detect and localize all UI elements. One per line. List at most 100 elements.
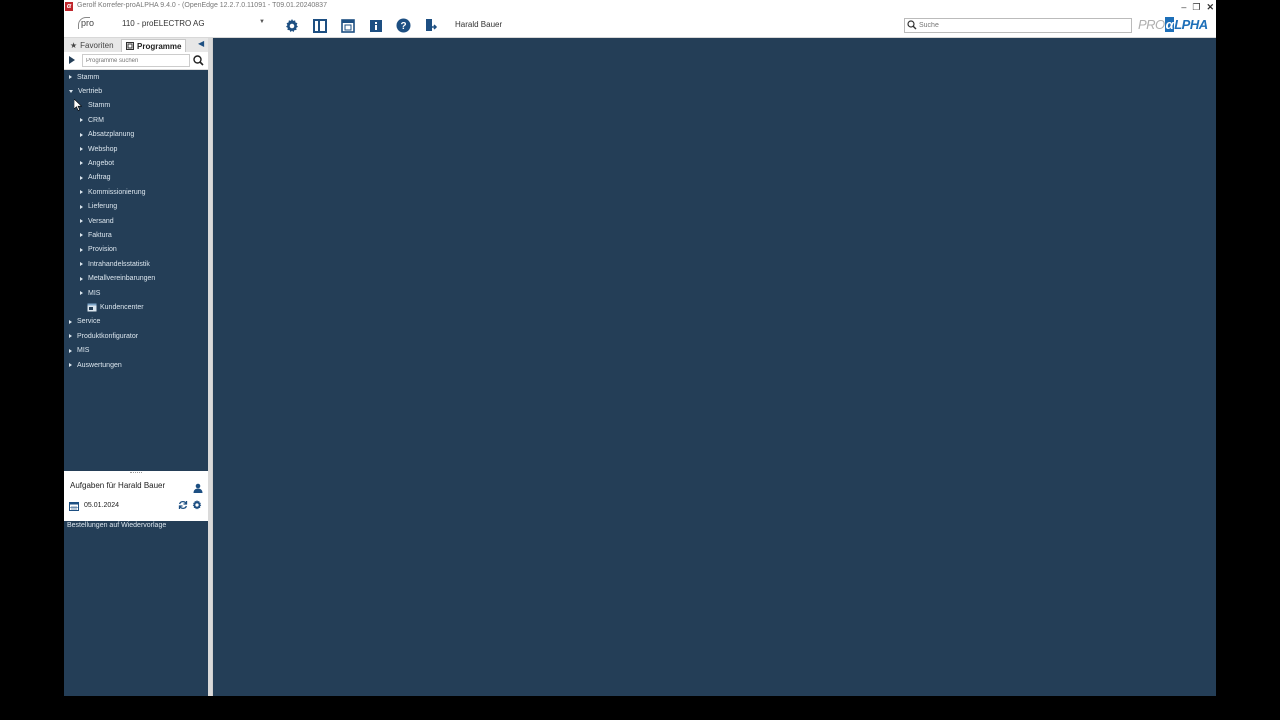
help-button[interactable]: ? — [395, 17, 412, 34]
tree-item-metallvereinbarungen[interactable]: Metallvereinbarungen — [80, 273, 155, 285]
tab-programme[interactable]: Programme — [121, 39, 187, 52]
chevron-right-icon[interactable] — [80, 291, 83, 295]
tree-item-label: Versand — [88, 217, 114, 225]
help-icon: ? — [396, 18, 411, 33]
app-logo-icon: α — [65, 2, 73, 11]
task-item[interactable]: Bestellungen auf Wiedervorlage — [67, 522, 166, 529]
user-icon[interactable] — [193, 483, 203, 493]
tree-item-label: Kundencenter — [100, 303, 144, 311]
tree-item-label: Kommissionierung — [88, 188, 146, 196]
tree-item-label: Angebot — [88, 159, 115, 167]
tree-item-mis[interactable]: MIS — [80, 287, 100, 299]
tree-item-auswertungen[interactable]: Auswertungen — [69, 359, 122, 371]
tree-item-stamm[interactable]: Stamm — [69, 71, 99, 83]
company-select-value: 110 - proELECTRO AG — [122, 19, 205, 28]
settings-button[interactable] — [283, 17, 300, 34]
tree-item-versand[interactable]: Versand — [80, 215, 114, 227]
minimize-icon[interactable]: – — [1181, 2, 1186, 12]
tasks-title: Aufgaben für Harald Bauer — [70, 481, 166, 490]
global-search[interactable] — [904, 18, 1132, 33]
svg-text:?: ? — [400, 21, 406, 32]
tree-item-kundencenter[interactable]: Kundencenter — [87, 301, 144, 313]
tree-item-vertrieb[interactable]: Vertrieb — [69, 85, 102, 97]
chevron-right-icon[interactable] — [80, 219, 83, 223]
mouse-cursor-icon — [74, 99, 82, 111]
tree-item-service[interactable]: Service — [69, 316, 100, 328]
tree-item-label: Vertrieb — [78, 87, 103, 95]
gear-icon[interactable] — [192, 500, 202, 510]
double-chevron-left-icon: ◀ — [198, 39, 205, 48]
panel-button[interactable] — [311, 17, 328, 34]
tree-item-angebot[interactable]: Angebot — [80, 157, 114, 169]
tree-item-label: Service — [77, 318, 101, 326]
program-window-icon — [87, 303, 97, 312]
tree-item-auftrag[interactable]: Auftrag — [80, 172, 111, 184]
chevron-right-icon[interactable] — [69, 334, 72, 339]
brand-alpha: α — [1164, 17, 1175, 32]
programs-icon — [126, 42, 134, 50]
restore-icon[interactable]: ❐ — [1192, 2, 1200, 13]
tree-item-label: CRM — [88, 116, 104, 124]
chevron-right-icon[interactable] — [69, 319, 72, 324]
play-icon[interactable] — [69, 56, 75, 64]
chevron-right-icon[interactable] — [80, 190, 83, 195]
tree-item-label: Faktura — [88, 231, 112, 239]
chevron-right-icon[interactable] — [69, 75, 72, 79]
brand-part-1: PRO — [1138, 17, 1165, 32]
global-search-input[interactable] — [919, 20, 1129, 31]
tree-item-label: Absatzplanung — [88, 131, 135, 139]
exit-button[interactable] — [422, 17, 439, 34]
chevron-right-icon[interactable] — [80, 276, 83, 281]
info-button[interactable] — [367, 17, 384, 34]
title-bar: α Gerolf Korrefer-proALPHA 9.4.0 - (Open… — [64, 0, 1216, 14]
chevron-right-icon[interactable] — [80, 175, 83, 180]
tab-favoriten[interactable]: ★ Favoriten — [66, 39, 118, 52]
chevron-right-icon[interactable] — [69, 348, 72, 353]
tasks-panel: Aufgaben für Harald Bauer 05.01.2024 Bes… — [64, 471, 208, 696]
tree-item-stamm[interactable]: Stamm — [88, 100, 110, 112]
tab-programme-label: Programme — [137, 41, 182, 51]
tree-item-intrahandelsstatistik[interactable]: Intrahandelsstatistik — [80, 258, 150, 270]
sidebar-tabs: ★ Favoriten Programme ◀ — [64, 38, 208, 52]
close-icon[interactable]: ✕ — [1206, 2, 1214, 13]
tree-item-label: Provision — [88, 246, 117, 254]
chevron-right-icon[interactable] — [80, 262, 83, 267]
calendar-icon[interactable] — [69, 501, 79, 511]
tree-item-crm[interactable]: CRM — [80, 114, 104, 126]
window-icon — [340, 18, 355, 33]
resize-grip[interactable] — [130, 472, 142, 474]
chevron-down-icon[interactable] — [69, 89, 73, 93]
refresh-icon[interactable] — [178, 500, 188, 510]
tree-item-absatzplanung[interactable]: Absatzplanung — [80, 129, 134, 141]
star-icon: ★ — [70, 41, 78, 50]
chevron-right-icon[interactable] — [80, 247, 83, 252]
tree-item-provision[interactable]: Provision — [80, 244, 117, 256]
tree-item-label: Lieferung — [88, 203, 118, 211]
tree-item-label: Stamm — [77, 73, 100, 81]
tree-item-kommissionierung[interactable]: Kommissionierung — [80, 186, 146, 198]
pro-logo: pro — [78, 17, 94, 29]
chevron-right-icon[interactable] — [80, 161, 83, 166]
chevron-right-icon[interactable] — [80, 132, 83, 137]
program-search-input[interactable] — [82, 54, 190, 67]
toolbar: pro 110 - proELECTRO AG ▼ ? Harald Bauer — [64, 14, 1216, 38]
tree-item-lieferung[interactable]: Lieferung — [80, 201, 117, 213]
chevron-right-icon[interactable] — [80, 204, 83, 209]
tree-item-label: Auswertungen — [77, 361, 122, 369]
chevron-right-icon[interactable] — [80, 147, 83, 151]
chevron-right-icon[interactable] — [69, 363, 72, 367]
tree-item-mis[interactable]: MIS — [69, 345, 89, 357]
tree-item-faktura[interactable]: Faktura — [80, 229, 112, 241]
window-button[interactable] — [339, 17, 356, 34]
tasks-date[interactable]: 05.01.2024 — [84, 502, 119, 509]
collapse-sidebar-button[interactable]: ◀ — [198, 39, 208, 51]
tree-item-webshop[interactable]: Webshop — [80, 143, 117, 155]
program-search-bar — [64, 52, 208, 70]
chevron-right-icon[interactable] — [80, 118, 83, 123]
search-icon[interactable] — [193, 55, 204, 66]
tree-item-label: Metallvereinbarungen — [88, 275, 156, 283]
application-window: α Gerolf Korrefer-proALPHA 9.4.0 - (Open… — [64, 0, 1216, 696]
tree-item-produktkonfigurator[interactable]: Produktkonfigurator — [69, 330, 138, 342]
company-select[interactable]: 110 - proELECTRO AG ▼ — [122, 19, 265, 32]
chevron-right-icon[interactable] — [80, 233, 83, 238]
